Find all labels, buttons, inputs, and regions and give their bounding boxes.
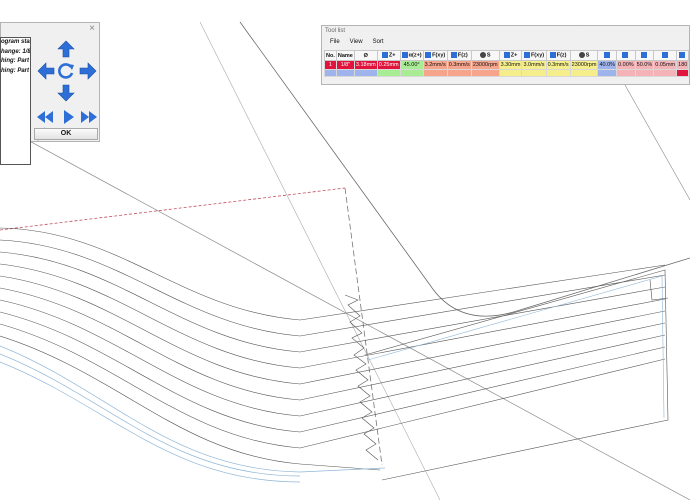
cell-stepover-2: 0.00% [616, 60, 636, 70]
arrow-left-icon [37, 62, 55, 80]
col-header-clamp[interactable] [676, 50, 689, 61]
feed-xy-icon [523, 52, 530, 59]
cell-clamp: 180 [676, 60, 689, 70]
cell-feed-z-2: 0.3mm/s [545, 60, 571, 70]
pass-depth-icon [503, 52, 510, 59]
menu-file[interactable]: File [330, 39, 340, 45]
menu-bar: File View Sort [322, 36, 689, 48]
cell-feed-xy: 3.2mm/s [422, 60, 448, 70]
part-outline-long [0, 124, 690, 500]
cell-depth-2: 3.30mm [498, 60, 523, 70]
table-row[interactable] [324, 69, 689, 77]
fast-forward-button[interactable] [79, 107, 99, 127]
col-header-stepover[interactable] [597, 50, 618, 61]
list-item[interactable]: ogram start [1, 38, 30, 48]
cell-speed-2: 23000rpm [569, 60, 599, 70]
left-arrow-icon [622, 52, 629, 59]
window-title: Tool list [325, 28, 346, 34]
list-item[interactable]: hing: Part 2 [1, 67, 30, 77]
cell-depth: 0.25mm [376, 60, 401, 70]
menu-sort[interactable]: Sort [373, 39, 384, 45]
cell-ramp: 0.05mm [653, 60, 678, 70]
arrow-down-button[interactable] [56, 83, 76, 103]
feed-z-icon [549, 52, 556, 59]
col-header-feed-xy[interactable]: F(xy) [422, 50, 448, 61]
col-header-angle[interactable]: α(z+) [399, 50, 424, 61]
arrow-down-icon [57, 84, 75, 102]
rotate-icon [58, 63, 74, 79]
clamp-icon [679, 52, 686, 59]
arrow-right-button[interactable] [78, 61, 98, 81]
spindle-icon [479, 52, 486, 59]
menu-view[interactable]: View [350, 39, 363, 45]
right-arrow-icon [603, 52, 610, 59]
navigation-panel: × ogram start hange: 1/8" hing: Part 2 h… [0, 22, 100, 165]
angle-icon [401, 52, 408, 59]
tool-list-window: Tool list File View Sort No. Name Ø Z+ α… [321, 25, 690, 85]
feed-xy-icon [425, 52, 432, 59]
cell-feed-z: 0.3mm/s [446, 60, 472, 70]
pocket-edge-dashed [344, 187, 383, 466]
stock-boundary-dashed [0, 187, 346, 231]
part-outline-upper [199, 21, 441, 500]
feed-z-icon [450, 52, 457, 59]
col-header-overlap[interactable] [634, 50, 655, 61]
col-header-stepover-2[interactable] [616, 50, 636, 61]
arrow-up-icon [57, 40, 75, 58]
compress-icon [640, 52, 647, 59]
arrow-right-icon [79, 62, 97, 80]
toolpath-passes [0, 227, 666, 471]
cell-feed-xy-2: 3.0mm/s [521, 60, 547, 70]
col-header-depth-2[interactable]: Z+ [498, 50, 523, 61]
cell-name: 1/8" [335, 60, 355, 70]
col-header-no[interactable]: No. [324, 50, 337, 61]
cell-angle: 45.00° [399, 60, 424, 70]
col-header-feed-z[interactable]: F(z) [446, 50, 472, 61]
rewind-icon [37, 111, 53, 123]
cell-speed: 23000rpm [470, 60, 500, 70]
cell-stepover: 40.0% [597, 60, 618, 70]
arrow-left-button[interactable] [36, 61, 56, 81]
program-list[interactable]: ogram start hange: 1/8" hing: Part 2 hin… [0, 37, 31, 165]
play-button[interactable] [58, 107, 78, 127]
col-header-speed-2[interactable]: S [569, 50, 599, 61]
cell-no: 1 [324, 60, 337, 70]
ok-button[interactable]: OK [34, 128, 98, 140]
col-header-diameter[interactable]: Ø [353, 50, 378, 61]
part-outline-corner [624, 84, 690, 201]
table-header-row: No. Name Ø Z+ α(z+) F(xy) F(z) S Z+ F(xy… [324, 50, 689, 61]
cell-diameter: 3.18mm [353, 60, 378, 70]
list-item[interactable]: hing: Part 2 [1, 57, 30, 67]
fast-forward-icon [81, 111, 97, 123]
pass-depth-icon [381, 52, 388, 59]
ramp-icon [661, 52, 668, 59]
rewind-button[interactable] [35, 107, 55, 127]
rotate-button[interactable] [56, 61, 76, 81]
col-header-feed-xy-2[interactable]: F(xy) [521, 50, 547, 61]
pocket-rectangle [364, 269, 669, 481]
col-header-ramp[interactable] [653, 50, 678, 61]
zigzag-ramp [344, 294, 379, 461]
tool-table: No. Name Ø Z+ α(z+) F(xy) F(z) S Z+ F(xy… [324, 50, 689, 77]
col-header-name[interactable]: Name [335, 50, 355, 61]
cell-overlap: 50.0% [634, 60, 655, 70]
table-row[interactable]: 1 1/8" 3.18mm 0.25mm 45.00° 3.2mm/s 0.3m… [324, 60, 689, 70]
col-header-speed[interactable]: S [470, 50, 500, 61]
list-item[interactable]: hange: 1/8" [1, 48, 30, 58]
play-icon [64, 110, 74, 124]
toolpath-finishing-passes [0, 345, 386, 483]
close-icon[interactable]: × [89, 24, 95, 34]
arrow-up-button[interactable] [56, 39, 76, 59]
spindle-icon [578, 52, 585, 59]
col-header-depth[interactable]: Z+ [376, 50, 401, 61]
col-header-feed-z-2[interactable]: F(z) [545, 50, 571, 61]
